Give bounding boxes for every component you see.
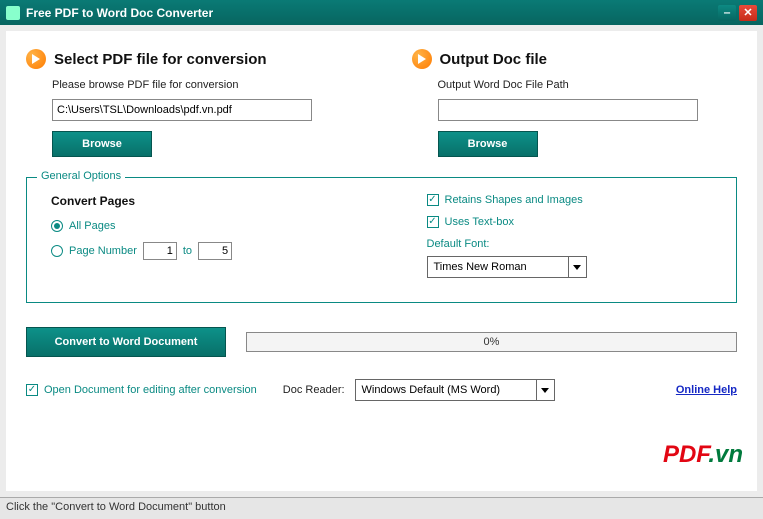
page-number-label: Page Number: [69, 245, 137, 257]
general-options-fieldset: General Options Convert Pages All Pages …: [26, 177, 737, 303]
output-browse-button[interactable]: Browse: [438, 131, 538, 157]
checkbox-uses-textbox[interactable]: ✓: [427, 216, 439, 228]
arrow-icon: [412, 49, 432, 69]
checkbox-retains-shapes[interactable]: ✓: [427, 194, 439, 206]
output-path-field[interactable]: [438, 99, 698, 121]
progress-bar: 0%: [246, 332, 737, 352]
content-area: Select PDF file for conversion Please br…: [6, 31, 757, 491]
arrow-icon: [26, 49, 46, 69]
doc-reader-label: Doc Reader:: [283, 384, 345, 396]
page-to-input[interactable]: [198, 242, 232, 260]
output-panel: Output Doc file Output Word Doc File Pat…: [412, 49, 738, 157]
page-from-input[interactable]: [143, 242, 177, 260]
radio-all-pages[interactable]: [51, 220, 63, 232]
titlebar: Free PDF to Word Doc Converter ‒ ✕: [0, 0, 763, 25]
default-font-label: Default Font:: [427, 238, 713, 250]
convert-pages-title: Convert Pages: [51, 194, 337, 208]
window-title: Free PDF to Word Doc Converter: [26, 6, 213, 20]
to-label: to: [183, 245, 192, 257]
input-heading: Select PDF file for conversion: [54, 51, 267, 68]
doc-reader-value: Windows Default (MS Word): [356, 384, 536, 396]
chevron-down-icon[interactable]: [568, 257, 586, 277]
minimize-button[interactable]: ‒: [718, 5, 736, 21]
textbox-label: Uses Text-box: [445, 216, 515, 228]
close-button[interactable]: ✕: [739, 5, 757, 21]
default-font-value: Times New Roman: [428, 261, 568, 273]
watermark: PDF.vn: [663, 441, 743, 469]
output-sub: Output Word Doc File Path: [438, 79, 738, 91]
output-heading: Output Doc file: [440, 51, 548, 68]
convert-button[interactable]: Convert to Word Document: [26, 327, 226, 357]
app-icon: [6, 6, 20, 20]
fieldset-legend: General Options: [37, 170, 125, 182]
input-path-field[interactable]: [52, 99, 312, 121]
chevron-down-icon[interactable]: [536, 380, 554, 400]
online-help-link[interactable]: Online Help: [676, 384, 737, 396]
all-pages-label: All Pages: [69, 220, 115, 232]
checkbox-open-after[interactable]: ✓: [26, 384, 38, 396]
input-browse-button[interactable]: Browse: [52, 131, 152, 157]
retains-label: Retains Shapes and Images: [445, 194, 583, 206]
default-font-select[interactable]: Times New Roman: [427, 256, 587, 278]
input-panel: Select PDF file for conversion Please br…: [26, 49, 352, 157]
input-sub: Please browse PDF file for conversion: [52, 79, 352, 91]
open-after-label: Open Document for editing after conversi…: [44, 384, 257, 396]
status-bar: Click the "Convert to Word Document" but…: [0, 497, 763, 519]
doc-reader-select[interactable]: Windows Default (MS Word): [355, 379, 555, 401]
radio-page-number[interactable]: [51, 245, 63, 257]
